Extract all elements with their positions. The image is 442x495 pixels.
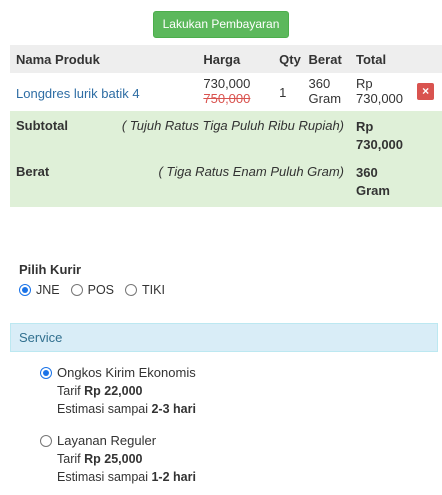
weight-value: 360: [308, 76, 331, 91]
weight-total-words: ( Tiga Ratus Enam Puluh Gram): [158, 164, 345, 179]
weight-total-label: Berat: [16, 164, 50, 179]
total-cell: Rp 730,000: [356, 73, 417, 111]
price-cell: 730,000 750,000: [203, 73, 279, 111]
weight-total-label-cell: Berat ( Tiga Ratus Enam Puluh Gram): [10, 157, 356, 207]
product-cell: Longdres lurik batik 4: [10, 73, 203, 111]
tarif-value: Rp 25,000: [84, 452, 143, 466]
header-action: [417, 45, 442, 73]
weight-total-value-cell: 360 Gram: [356, 157, 442, 207]
subtotal-value-cell: Rp 730,000: [356, 111, 442, 157]
product-link[interactable]: Longdres lurik batik 4: [10, 76, 203, 101]
courier-radio-jne[interactable]: [19, 284, 31, 296]
courier-label-tiki[interactable]: TIKI: [142, 283, 165, 297]
header-weight: Berat: [308, 52, 342, 67]
service-option-line: Layanan Reguler: [40, 432, 196, 450]
service-name[interactable]: Ongkos Kirim Ekonomis: [57, 364, 196, 382]
service-option: Ongkos Kirim Ekonomis Tarif Rp 22,000 Es…: [40, 364, 196, 418]
service-header: Service: [10, 323, 438, 352]
delete-icon[interactable]: ×: [417, 83, 435, 100]
price-current: 730,000: [203, 76, 251, 91]
pay-button-wrapper: Lakukan Pembayaran: [0, 11, 442, 38]
table-header-row: Nama Produk Harga Qty Berat Total: [10, 45, 442, 73]
qty-value: 1: [279, 85, 287, 100]
service-tarif: Tarif Rp 25,000: [40, 450, 196, 468]
tarif-label: Tarif: [57, 384, 81, 398]
courier-radio-group: JNE POS TIKI: [19, 283, 176, 297]
price-original: 750,000: [203, 91, 251, 106]
subtotal-words: ( Tujuh Ratus Tiga Puluh Ribu Rupiah): [121, 118, 345, 133]
service-estimasi: Estimasi sampai 1-2 hari: [40, 468, 196, 486]
estimasi-value: 2-3 hari: [151, 402, 196, 416]
cart-table: Nama Produk Harga Qty Berat Total Longdr…: [10, 45, 442, 207]
action-cell: ×: [417, 73, 442, 111]
service-name[interactable]: Layanan Reguler: [57, 432, 156, 450]
weight-total-unit: Gram: [356, 183, 390, 198]
total-value: 730,000: [356, 91, 404, 106]
weight-cell: 360 Gram: [309, 73, 356, 111]
subtotal-row: Subtotal ( Tujuh Ratus Tiga Puluh Ribu R…: [10, 111, 442, 157]
weight-unit: Gram: [308, 91, 342, 106]
subtotal-label-cell: Subtotal ( Tujuh Ratus Tiga Puluh Ribu R…: [10, 111, 356, 157]
service-radio-reguler[interactable]: [40, 435, 52, 447]
service-radio-ekonomis[interactable]: [40, 367, 52, 379]
courier-radio-pos[interactable]: [70, 284, 83, 296]
tarif-value: Rp 22,000: [84, 384, 143, 398]
pay-button[interactable]: Lakukan Pembayaran: [152, 11, 290, 38]
subtotal-amount: 730,000: [356, 137, 404, 152]
service-option-line: Ongkos Kirim Ekonomis: [40, 364, 196, 382]
estimasi-label: Estimasi sampai: [57, 402, 148, 416]
service-estimasi: Estimasi sampai 2-3 hari: [40, 400, 196, 418]
qty-cell: 1: [279, 73, 308, 111]
courier-section: Pilih Kurir JNE POS TIKI: [19, 262, 176, 297]
service-options: Ongkos Kirim Ekonomis Tarif Rp 22,000 Es…: [40, 364, 196, 495]
estimasi-label: Estimasi sampai: [57, 470, 148, 484]
tarif-label: Tarif: [57, 452, 81, 466]
table-row: Longdres lurik batik 4 730,000 750,000 1…: [10, 73, 442, 111]
courier-radio-tiki[interactable]: [125, 284, 138, 296]
courier-label-pos[interactable]: POS: [88, 283, 114, 297]
estimasi-value: 1-2 hari: [151, 470, 196, 484]
weight-total-amount: 360: [356, 165, 378, 180]
header-price: Harga: [203, 52, 241, 67]
service-option: Layanan Reguler Tarif Rp 25,000 Estimasi…: [40, 432, 196, 486]
header-qty: Qty: [279, 52, 301, 67]
service-tarif: Tarif Rp 22,000: [40, 382, 196, 400]
courier-label-jne[interactable]: JNE: [36, 283, 60, 297]
total-currency: Rp: [356, 76, 373, 91]
weight-total-row: Berat ( Tiga Ratus Enam Puluh Gram) 360 …: [10, 157, 442, 207]
subtotal-label: Subtotal: [16, 118, 68, 133]
courier-title: Pilih Kurir: [19, 262, 82, 277]
header-total: Total: [356, 52, 387, 67]
subtotal-currency: Rp: [356, 119, 374, 134]
header-product: Nama Produk: [16, 52, 100, 67]
